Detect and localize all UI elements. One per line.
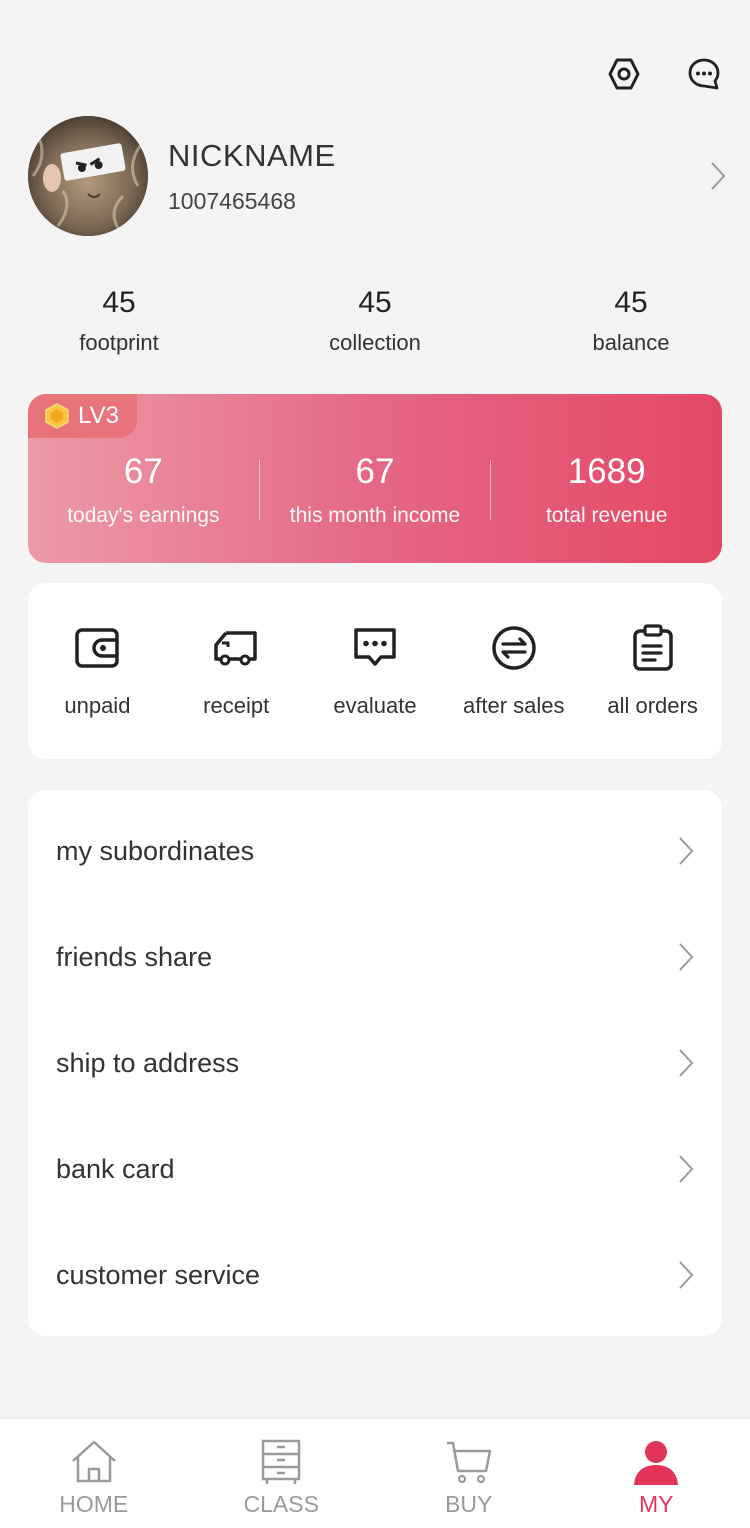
home-icon — [67, 1435, 121, 1489]
menu-item-label: ship to address — [56, 1047, 240, 1078]
chevron-right-icon — [679, 1155, 694, 1183]
bottom-tab-bar: HOME CLASS BUY MY — [0, 1418, 750, 1528]
cart-icon — [442, 1435, 496, 1489]
chevron-right-icon — [679, 1261, 694, 1289]
message-bubble-icon[interactable] — [682, 52, 726, 96]
coin-icon — [45, 403, 69, 429]
order-label: receipt — [203, 693, 270, 718]
stat-value: 45 — [358, 286, 392, 319]
order-unpaid[interactable]: unpaid — [28, 623, 167, 759]
menu-item-friends-share[interactable]: friends share — [28, 904, 722, 1010]
tab-label: HOME — [59, 1491, 129, 1517]
tab-my[interactable]: MY — [563, 1419, 750, 1528]
profile-info: NICKNAME 1007465468 — [168, 138, 702, 215]
menu-item-label: friends share — [56, 941, 213, 972]
level-text: LV3 — [78, 402, 119, 429]
menu-list: my subordinates friends share ship to ad… — [28, 790, 722, 1336]
menu-item-ship-to-address[interactable]: ship to address — [28, 1010, 722, 1116]
nickname: NICKNAME — [168, 137, 336, 173]
stat-label: footprint — [79, 330, 159, 355]
settings-hexagon-icon[interactable] — [602, 52, 646, 96]
earning-label: total revenue — [545, 504, 668, 527]
earning-value: 67 — [123, 452, 163, 491]
earning-label: today's earnings — [67, 504, 220, 527]
tab-label: MY — [639, 1491, 674, 1517]
truck-icon — [211, 623, 261, 673]
stat-label: collection — [329, 330, 421, 355]
earnings-columns: 67 today's earnings 67 this month income… — [28, 452, 722, 528]
stat-footprint[interactable]: 45 footprint — [0, 286, 244, 356]
user-icon — [629, 1435, 683, 1489]
earning-value: 1689 — [567, 452, 646, 491]
menu-item-bank-card[interactable]: bank card — [28, 1116, 722, 1222]
menu-item-label: bank card — [56, 1153, 175, 1184]
earning-month[interactable]: 67 this month income — [260, 452, 491, 528]
stat-collection[interactable]: 45 collection — [250, 286, 500, 356]
chevron-right-icon — [702, 156, 726, 196]
exchange-icon — [489, 623, 539, 673]
wallet-icon — [72, 623, 122, 673]
clipboard-icon — [628, 623, 678, 673]
avatar — [28, 116, 148, 236]
menu-item-label: my subordinates — [56, 835, 255, 866]
earning-value: 67 — [355, 452, 395, 491]
profile-card[interactable]: NICKNAME 1007465468 — [28, 116, 726, 236]
stat-label: balance — [592, 330, 670, 355]
order-evaluate[interactable]: evaluate — [306, 623, 445, 759]
earnings-card: LV3 67 today's earnings 67 this month in… — [28, 394, 722, 563]
order-label: all orders — [607, 693, 698, 718]
menu-item-customer-service[interactable]: customer service — [28, 1222, 722, 1328]
stat-value: 45 — [102, 286, 136, 319]
earning-today[interactable]: 67 today's earnings — [28, 452, 259, 528]
cabinet-icon — [254, 1435, 308, 1489]
order-after-sales[interactable]: after sales — [444, 623, 583, 759]
earning-label: this month income — [289, 504, 461, 527]
tab-label: BUY — [445, 1491, 493, 1517]
order-label: evaluate — [333, 693, 417, 718]
tab-buy[interactable]: BUY — [375, 1419, 563, 1528]
chevron-right-icon — [679, 1049, 694, 1077]
stat-balance[interactable]: 45 balance — [506, 286, 750, 356]
chevron-right-icon — [679, 837, 694, 865]
stats-row: 45 footprint 45 collection 45 balance — [0, 286, 750, 356]
tab-label: CLASS — [243, 1491, 319, 1517]
header-actions — [602, 52, 726, 96]
level-badge: LV3 — [28, 394, 137, 438]
tab-home[interactable]: HOME — [0, 1419, 188, 1528]
order-label: unpaid — [64, 693, 131, 718]
user-id: 1007465468 — [168, 187, 296, 214]
order-label: after sales — [463, 693, 565, 718]
comment-icon — [350, 623, 400, 673]
tab-class[interactable]: CLASS — [188, 1419, 376, 1528]
menu-item-label: customer service — [56, 1259, 261, 1290]
earning-total[interactable]: 1689 total revenue — [491, 452, 722, 528]
chevron-right-icon — [679, 943, 694, 971]
order-receipt[interactable]: receipt — [167, 623, 306, 759]
stat-value: 45 — [614, 286, 648, 319]
menu-item-subordinates[interactable]: my subordinates — [28, 798, 722, 904]
order-all[interactable]: all orders — [583, 623, 722, 759]
orders-panel: unpaid receipt evaluate after sales all … — [28, 583, 722, 759]
